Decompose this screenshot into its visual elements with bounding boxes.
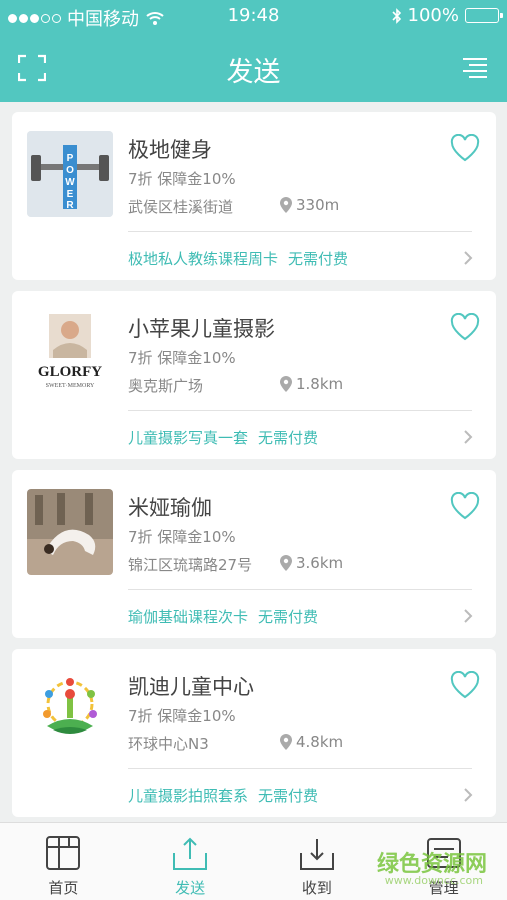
- divider: [128, 410, 472, 411]
- page-title: 发送: [226, 57, 281, 88]
- merchant-address: 武侯区桂溪街道: [128, 198, 234, 216]
- offer-link[interactable]: 儿童摄影拍照套系 无需付费: [128, 785, 318, 806]
- heart-icon[interactable]: [450, 134, 480, 162]
- merchant-discount: 7折 保障金10%: [128, 707, 236, 725]
- glorfy-logo: GLORFY SWEET·MEMORY: [27, 310, 113, 396]
- location-pin-icon: [280, 376, 292, 392]
- tab-send-label: 发送: [175, 879, 206, 897]
- distance-value: 3.6km: [296, 554, 344, 572]
- merchant-name: 米娅瑜伽: [128, 496, 212, 520]
- distance-value: 1.8km: [296, 375, 344, 393]
- tab-home[interactable]: 首页: [0, 823, 127, 900]
- svg-text:R: R: [66, 200, 74, 211]
- nav-bar: 发送: [0, 32, 507, 102]
- merchant-name: 极地健身: [128, 138, 212, 162]
- status-bar: 中国移动 19:48 100%: [0, 0, 507, 32]
- distance-value: 4.8km: [296, 733, 344, 751]
- status-right: 100%: [391, 5, 503, 26]
- merchant-card[interactable]: GLORFY SWEET·MEMORY 小苹果儿童摄影 7折 保障金10% 奥克…: [12, 291, 496, 459]
- offer-link[interactable]: 儿童摄影写真一套 无需付费: [128, 427, 318, 448]
- tab-receive[interactable]: 收到: [254, 823, 381, 900]
- heart-icon[interactable]: [450, 492, 480, 520]
- merchant-address: 锦江区琉璃路27号: [128, 556, 253, 574]
- kids-logo: [27, 668, 113, 754]
- merchant-distance: 330m: [280, 196, 339, 214]
- glorfy-logo-sub: SWEET·MEMORY: [46, 383, 95, 389]
- tab-send[interactable]: 发送: [127, 823, 254, 900]
- home-icon: [46, 836, 81, 870]
- chevron-right-icon: [464, 788, 473, 802]
- merchant-name: 凯迪儿童中心: [128, 675, 254, 699]
- offer-link[interactable]: 瑜伽基础课程次卡 无需付费: [128, 606, 318, 627]
- merchant-discount: 7折 保障金10%: [128, 349, 236, 367]
- location-pin-icon: [280, 555, 292, 571]
- bluetooth-icon: [391, 7, 401, 24]
- divider: [128, 589, 472, 590]
- offer-fee: 无需付费: [258, 608, 319, 626]
- heart-icon[interactable]: [450, 313, 480, 341]
- merchant-address: 奥克斯广场: [128, 377, 204, 395]
- merchant-card[interactable]: 米娅瑜伽 7折 保障金10% 锦江区琉璃路27号 3.6km 瑜伽基础课程次卡无…: [12, 470, 496, 638]
- svg-text:W: W: [65, 177, 75, 188]
- divider: [128, 768, 472, 769]
- heart-icon[interactable]: [450, 671, 480, 699]
- battery-percent: 100%: [407, 5, 459, 26]
- location-pin-icon: [280, 734, 292, 750]
- offer-title: 极地私人教练课程周卡: [128, 250, 279, 268]
- divider: [128, 231, 472, 232]
- svg-text:P: P: [67, 153, 74, 164]
- power-logo: P O W E R: [27, 131, 113, 217]
- tab-home-label: 首页: [48, 879, 79, 897]
- offer-title: 儿童摄影写真一套: [128, 429, 249, 447]
- chevron-right-icon: [464, 430, 473, 444]
- offer-title: 瑜伽基础课程次卡: [128, 608, 249, 626]
- merchant-discount: 7折 保障金10%: [128, 170, 236, 188]
- tab-receive-label: 收到: [301, 879, 332, 897]
- watermark-url: www.downcc.com: [384, 874, 483, 887]
- offer-fee: 无需付费: [288, 250, 349, 268]
- chevron-right-icon: [464, 251, 473, 265]
- merchant-card[interactable]: 凯迪儿童中心 7折 保障金10% 环球中心N3 4.8km 儿童摄影拍照套系 无需…: [12, 649, 496, 817]
- merchant-discount: 7折 保障金10%: [128, 528, 236, 546]
- offer-title: 儿童摄影拍照套系: [128, 787, 249, 805]
- merchant-address: 环球中心N3: [128, 735, 209, 753]
- merchant-distance: 3.6km: [280, 554, 343, 572]
- battery-icon: [465, 8, 503, 23]
- distance-value: 330m: [296, 196, 340, 214]
- glorfy-logo-text: GLORFY: [38, 364, 102, 380]
- svg-text:O: O: [66, 165, 74, 176]
- merchant-distance: 4.8km: [280, 733, 343, 751]
- menu-icon[interactable]: [461, 54, 489, 82]
- svg-text:E: E: [67, 189, 74, 200]
- merchant-card[interactable]: P O W E R 极地健身 7折 保障金10% 武侯区桂溪街道 330m 极地…: [12, 112, 496, 280]
- offer-fee: 无需付费: [258, 787, 319, 805]
- offer-fee: 无需付费: [258, 429, 319, 447]
- merchant-distance: 1.8km: [280, 375, 343, 393]
- chevron-right-icon: [464, 609, 473, 623]
- merchant-name: 小苹果儿童摄影: [128, 317, 275, 341]
- send-icon: [173, 837, 208, 870]
- yoga-photo: [27, 489, 113, 575]
- location-pin-icon: [280, 197, 292, 213]
- receive-icon: [299, 839, 334, 870]
- offer-link[interactable]: 极地私人教练课程周卡 无需付费: [128, 248, 348, 269]
